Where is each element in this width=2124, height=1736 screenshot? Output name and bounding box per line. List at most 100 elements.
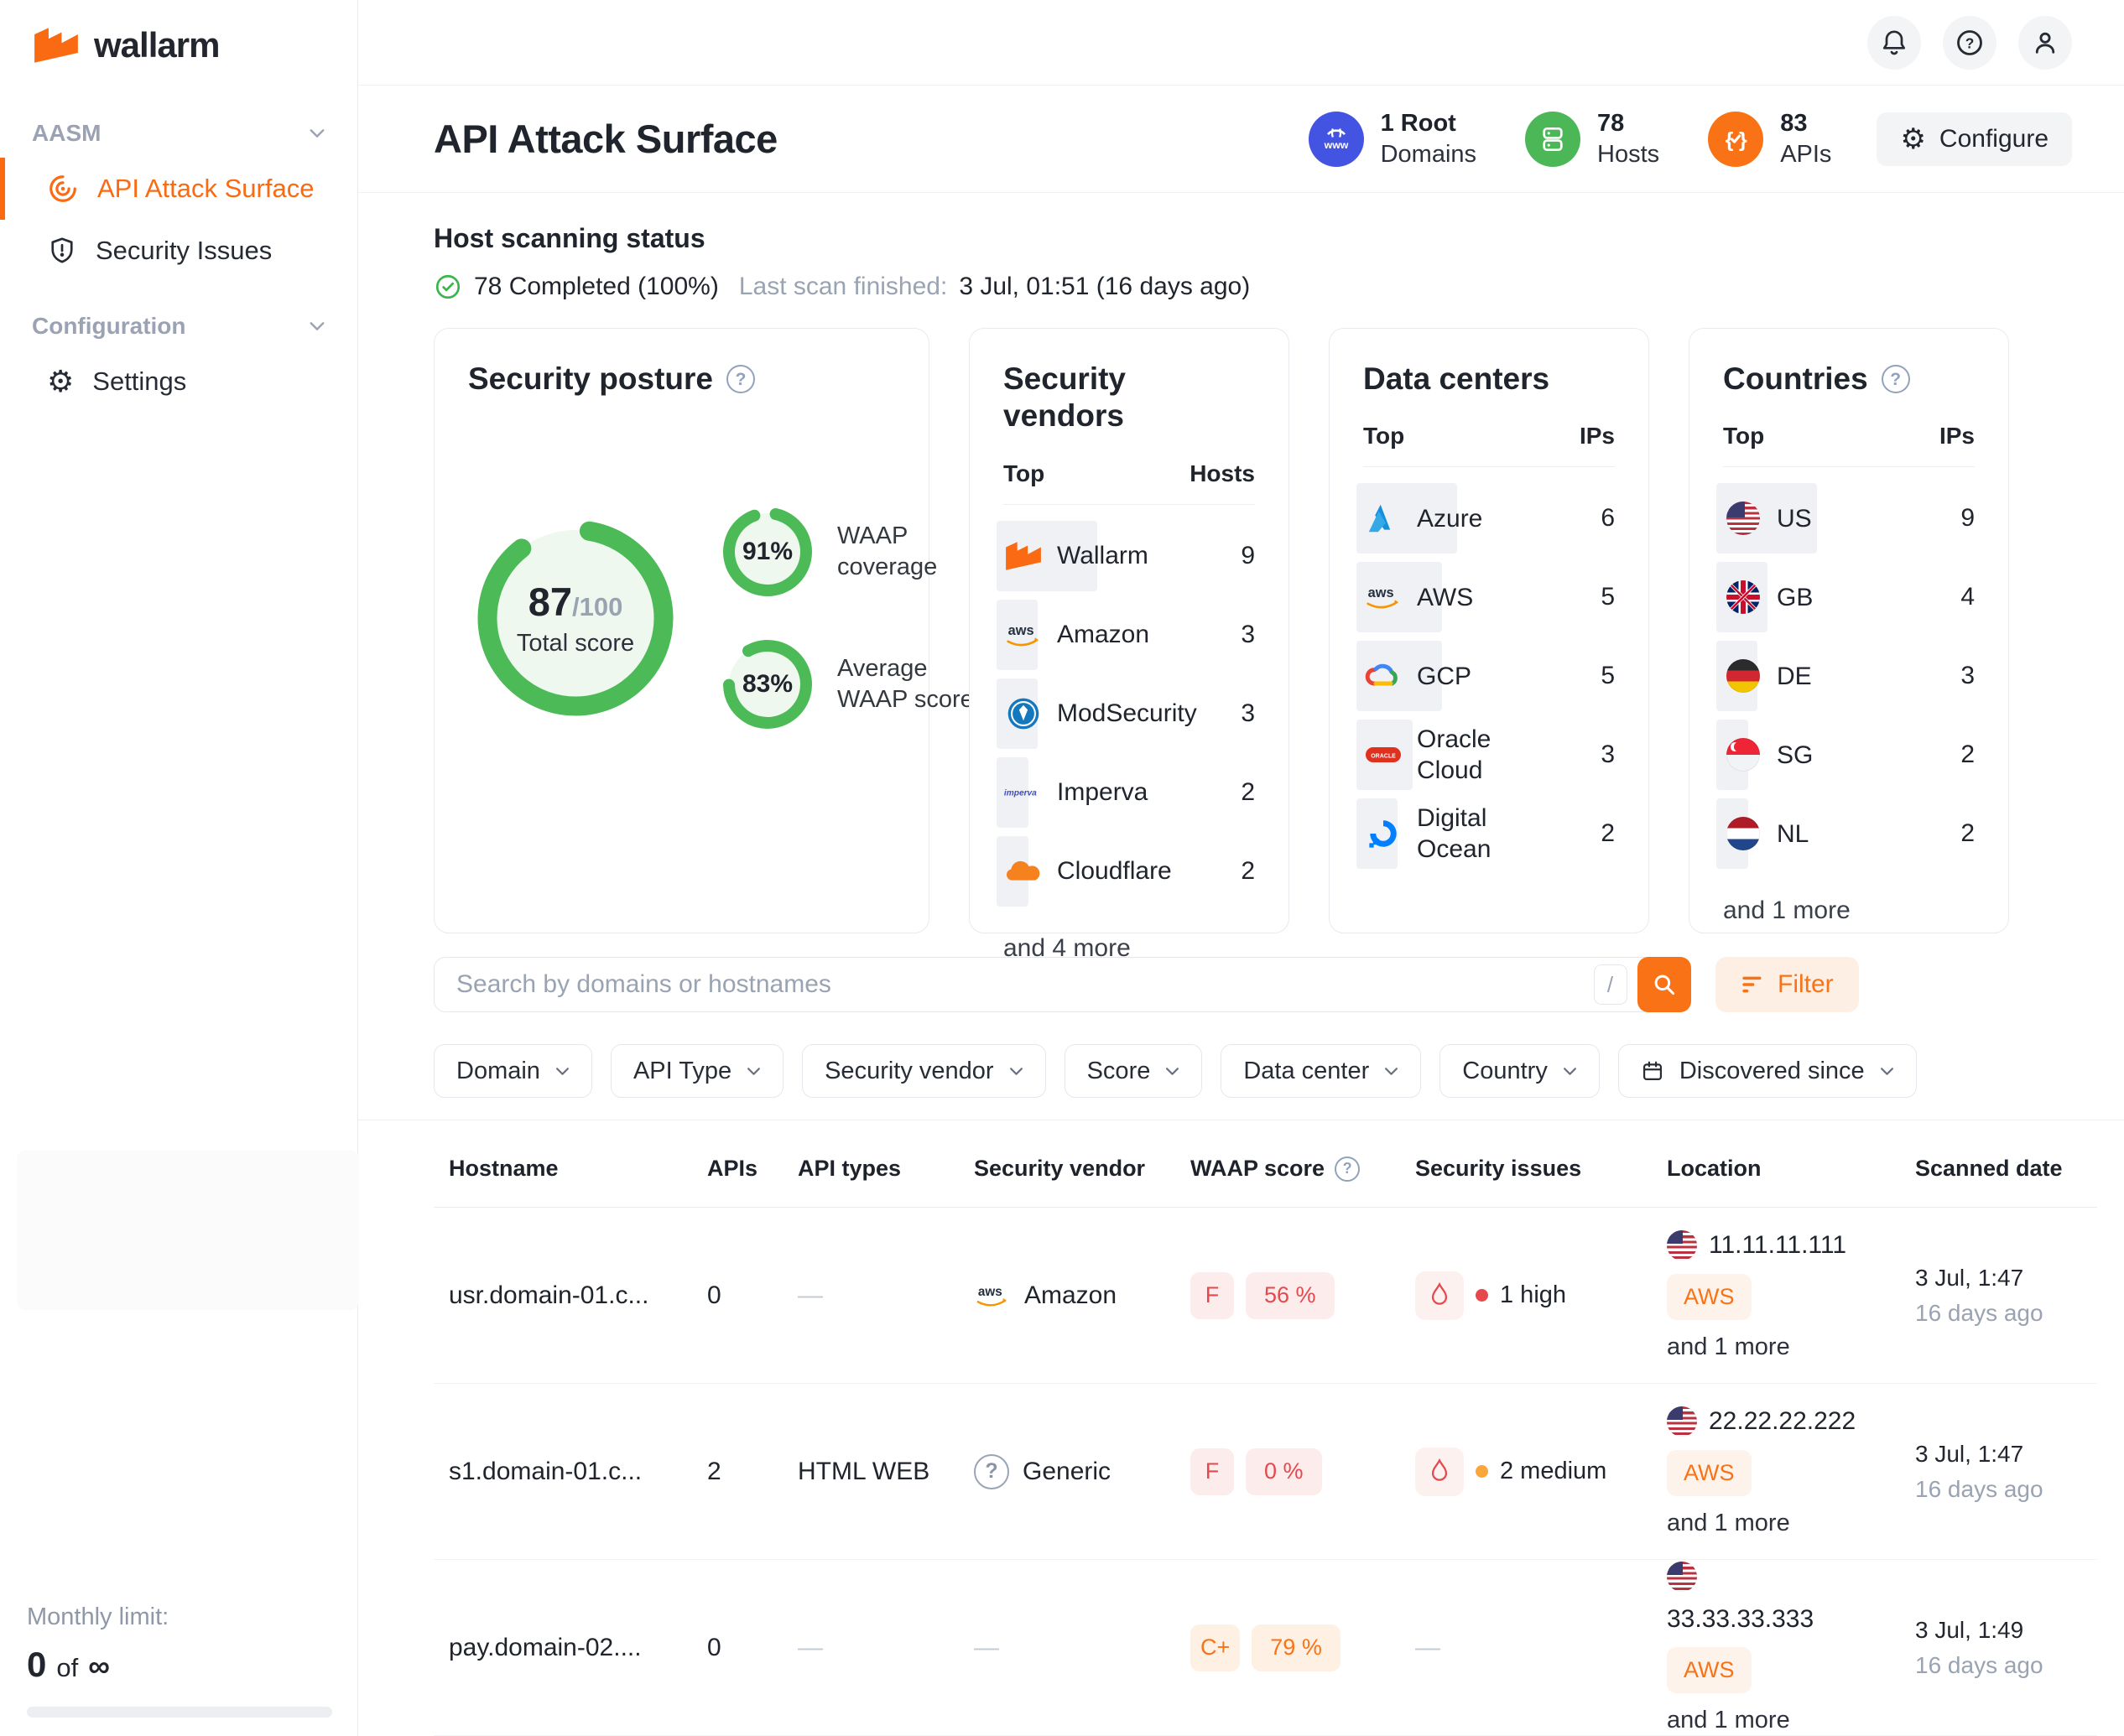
- aws-icon: aws: [974, 1282, 1011, 1309]
- brand-name: wallarm: [94, 25, 219, 65]
- user-menu-button[interactable]: [2018, 16, 2072, 70]
- security-posture-card: Security posture ? 87: [434, 328, 929, 933]
- page-header: API Attack Surface www 1 Root Domains: [358, 86, 2124, 193]
- vendor-name: Generic: [1023, 1458, 1111, 1486]
- score-pct-badge: 0 %: [1246, 1448, 1322, 1495]
- filter-chip-country[interactable]: Country: [1439, 1044, 1600, 1098]
- search-row: /: [434, 957, 2097, 1012]
- vendor-row[interactable]: Cloudflare 2: [1003, 832, 1255, 911]
- filter-chip-data-center[interactable]: Data center: [1221, 1044, 1421, 1098]
- scan-completed-text: 78 Completed (100%): [474, 273, 719, 301]
- table-row[interactable]: pay.domain-02.... 0 — — C+ 79 % — 33.33.…: [434, 1560, 2097, 1736]
- vendor-row[interactable]: imperva Imperva 2: [1003, 753, 1255, 832]
- filter-chip-api-type[interactable]: API Type: [611, 1044, 783, 1098]
- vendor-row[interactable]: aws Amazon 3: [1003, 595, 1255, 674]
- imperva-icon: imperva: [1003, 772, 1044, 813]
- cloudflare-icon: [1003, 851, 1044, 891]
- country-row[interactable]: NL 2: [1723, 794, 1975, 873]
- chevron-down-icon: [1384, 1067, 1398, 1076]
- svg-text:aws: aws: [978, 1285, 1002, 1299]
- help-circle-icon[interactable]: ?: [1335, 1156, 1360, 1182]
- card-title-text: Security vendors: [1003, 361, 1255, 435]
- sidebar-section-aasm[interactable]: AASM: [0, 109, 357, 158]
- country-list: US 9 GB 4 DE 3: [1723, 479, 1975, 873]
- country-row[interactable]: GB 4: [1723, 558, 1975, 637]
- limit-used: 0: [27, 1645, 46, 1685]
- search-input[interactable]: [456, 970, 1594, 999]
- data-center-row[interactable]: Azure 6: [1363, 479, 1615, 558]
- us-flag-icon: [1667, 1230, 1697, 1260]
- table-row[interactable]: s1.domain-01.c... 2 HTML WEB ? Generic F…: [434, 1384, 2097, 1560]
- data-center-row[interactable]: Digital Ocean 2: [1363, 794, 1615, 873]
- chevron-down-icon: [747, 1067, 761, 1076]
- filter-chip-discovered-since[interactable]: Discovered since: [1618, 1044, 1917, 1098]
- help-circle-icon[interactable]: ?: [726, 365, 755, 393]
- grade-badge: F: [1190, 1448, 1234, 1495]
- data-center-row[interactable]: ORACLE Oracle Cloud 3: [1363, 715, 1615, 794]
- table-row[interactable]: usr.domain-01.c... 0 — aws Amazon F: [434, 1208, 2097, 1384]
- security-vendors-card: Security vendors Top Hosts Wallarm: [969, 328, 1289, 933]
- filter-chip-security-vendor[interactable]: Security vendor: [802, 1044, 1046, 1098]
- list-header: Top IPs: [1723, 423, 1975, 467]
- search-box: /: [434, 957, 1690, 1012]
- vendor-row[interactable]: Wallarm 9: [1003, 517, 1255, 595]
- provider-badge: AWS: [1667, 1647, 1752, 1693]
- col-scanned-date: Scanned date: [1900, 1156, 2097, 1182]
- country-row[interactable]: US 9: [1723, 479, 1975, 558]
- sidebar-item-api-attack-surface[interactable]: API Attack Surface: [0, 158, 357, 220]
- country-row[interactable]: SG 2: [1723, 715, 1975, 794]
- severity-dot-medium: [1476, 1465, 1488, 1478]
- sidebar-item-settings[interactable]: ⚙ Settings: [0, 351, 357, 413]
- data-centers-card: Data centers Top IPs: [1329, 328, 1649, 933]
- filter-button[interactable]: Filter: [1715, 957, 1859, 1012]
- droplet-icon: [1415, 1271, 1464, 1320]
- sidebar-item-security-issues[interactable]: Security Issues: [0, 220, 357, 282]
- col-top-label: Top: [1723, 423, 1764, 450]
- avg-waap-score-metric: 83% Average WAAP score: [718, 635, 988, 734]
- scanned-ago: 16 days ago: [1915, 1476, 2043, 1503]
- col-hosts-label: Hosts: [1190, 460, 1255, 487]
- col-ips-label: IPs: [1580, 423, 1615, 450]
- col-apis: APIs: [692, 1156, 783, 1182]
- help-circle-icon[interactable]: ?: [1882, 365, 1910, 393]
- hostname-cell[interactable]: pay.domain-02....: [434, 1634, 692, 1662]
- monthly-limit-progressbar: [27, 1707, 332, 1718]
- notifications-button[interactable]: [1867, 16, 1921, 70]
- attack-surface-icon: [47, 173, 79, 205]
- help-button[interactable]: ?: [1943, 16, 1996, 70]
- sidebar-section-configuration[interactable]: Configuration: [0, 302, 357, 351]
- col-security-vendor: Security vendor: [959, 1156, 1175, 1182]
- scanned-date-cell: 3 Jul, 1:47 16 days ago: [1900, 1265, 2097, 1327]
- card-title: Data centers: [1363, 361, 1615, 398]
- gb-flag-icon: [1723, 577, 1763, 617]
- slash-shortcut-key: /: [1594, 964, 1627, 1005]
- stat-value: 1 Root: [1381, 108, 1476, 138]
- svg-text:ORACLE: ORACLE: [1371, 754, 1396, 760]
- metric-label: WAAP coverage: [837, 521, 988, 584]
- filter-chip-domain[interactable]: Domain: [434, 1044, 592, 1098]
- search-button[interactable]: [1637, 957, 1691, 1012]
- stat-value: 78: [1597, 108, 1659, 138]
- chevron-down-icon: [1880, 1067, 1894, 1076]
- filter-chips: Domain API Type Security vendor Score Da…: [434, 1044, 2097, 1098]
- check-circle-icon: [434, 273, 462, 301]
- data-center-row[interactable]: GCP 5: [1363, 637, 1615, 715]
- filter-chip-score[interactable]: Score: [1065, 1044, 1203, 1098]
- waap-score-cell: C+ 79 %: [1175, 1624, 1400, 1671]
- configure-button[interactable]: ⚙ Configure: [1877, 112, 2072, 166]
- svg-text:}: }: [1739, 128, 1747, 152]
- col-hostname: Hostname: [434, 1156, 692, 1182]
- hostname-cell[interactable]: usr.domain-01.c...: [434, 1281, 692, 1310]
- data-center-row[interactable]: aws AWS 5: [1363, 558, 1615, 637]
- col-location: Location: [1652, 1156, 1900, 1182]
- col-security-issues: Security issues: [1400, 1156, 1652, 1182]
- brand-logo[interactable]: wallarm: [0, 0, 357, 65]
- sidebar-item-label: API Attack Surface: [97, 174, 314, 204]
- vendor-row[interactable]: ModSecurity 3: [1003, 674, 1255, 753]
- country-row[interactable]: DE 3: [1723, 637, 1975, 715]
- summary-cards: Security posture ? 87: [434, 328, 2097, 933]
- waap-score-cell: F 56 %: [1175, 1272, 1400, 1319]
- hostname-cell[interactable]: s1.domain-01.c...: [434, 1458, 692, 1486]
- scanned-date: 3 Jul, 1:47: [1915, 1441, 2023, 1468]
- table-header: Hostname APIs API types Security vendor …: [434, 1120, 2097, 1208]
